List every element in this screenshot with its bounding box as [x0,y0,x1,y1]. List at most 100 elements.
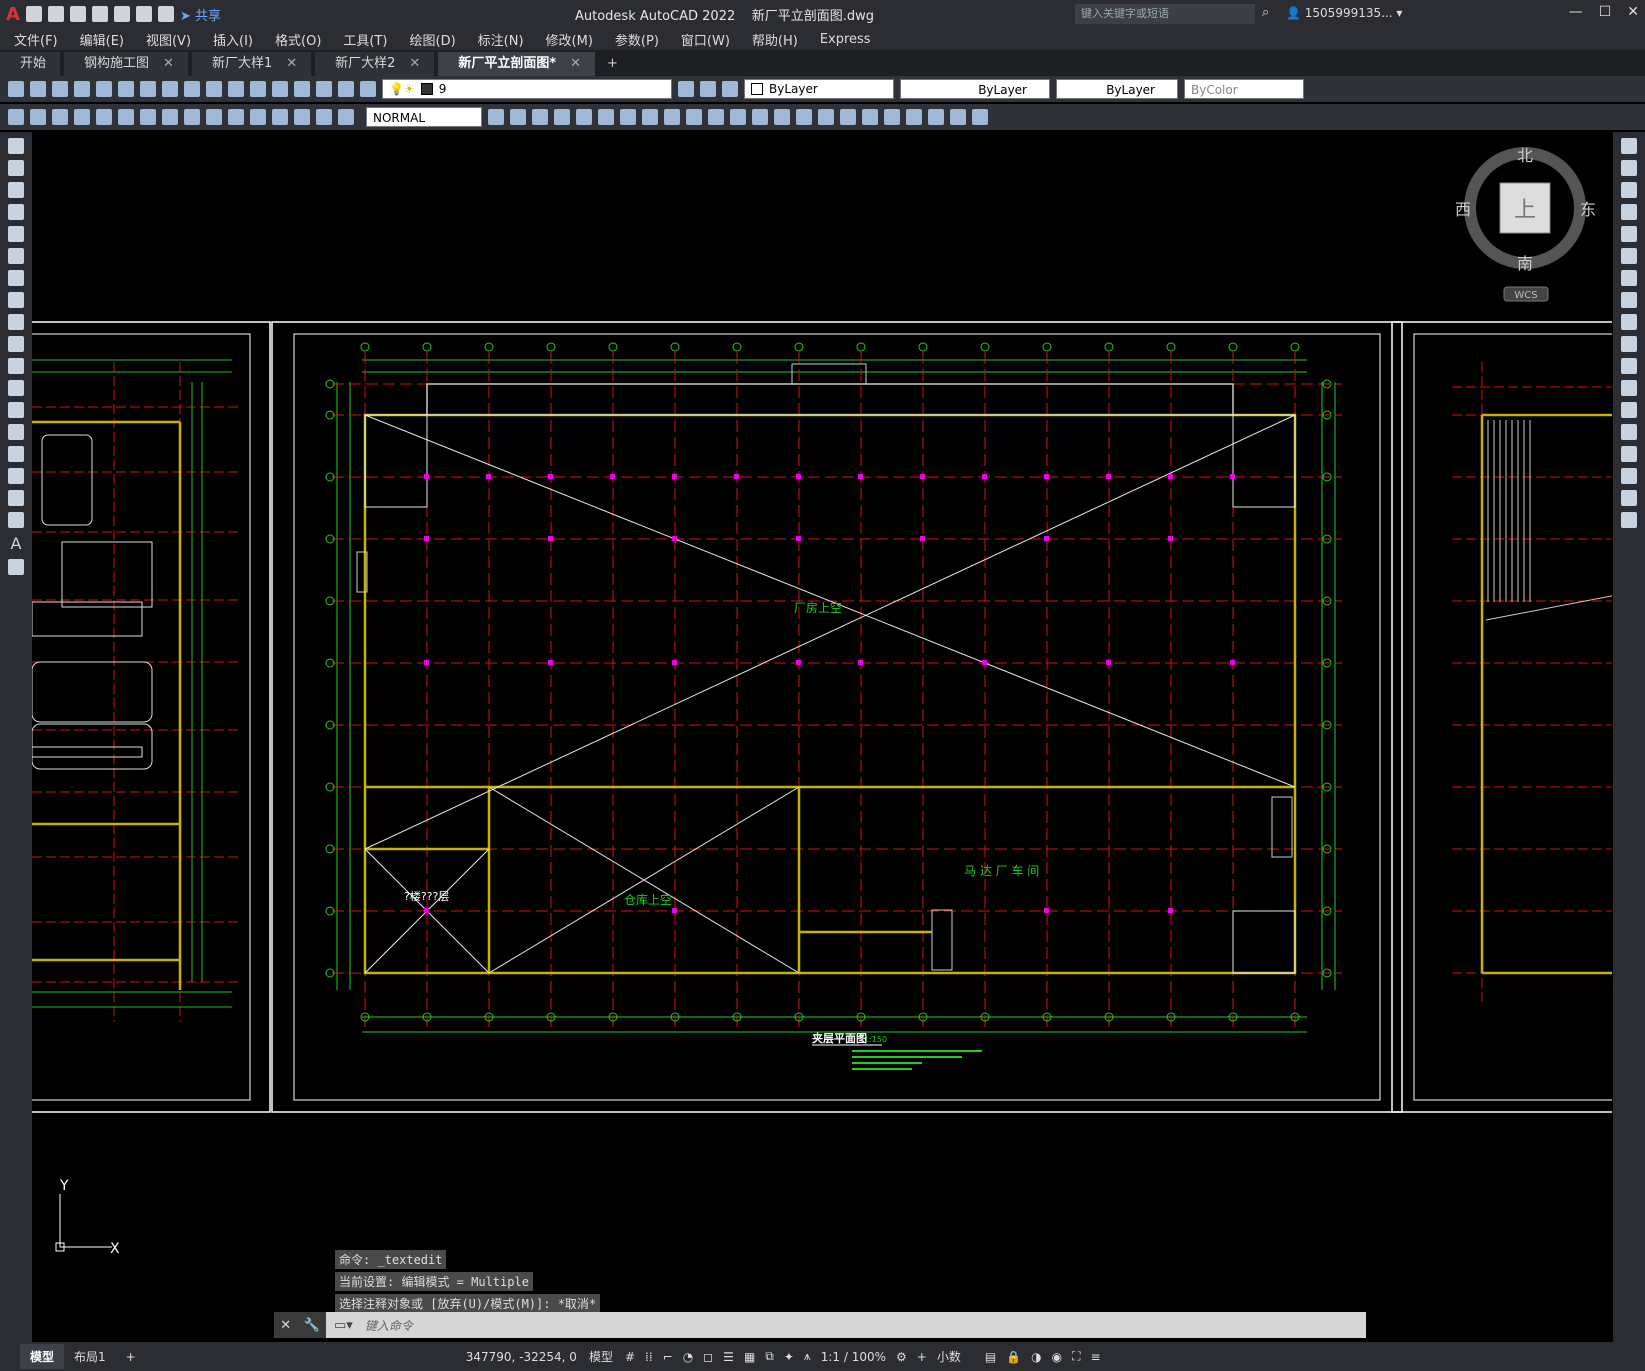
viewcube-north[interactable]: 北 [1517,146,1533,165]
menu-help[interactable]: 帮助(H) [752,30,798,49]
tab-layout1[interactable]: 布局1 [64,1344,116,1369]
rotate-icon[interactable] [1621,270,1637,286]
search-icon[interactable]: ⌕ [1262,5,1269,20]
move-icon[interactable] [620,109,636,125]
tab-start[interactable]: 开始 [0,52,61,76]
quick-properties-icon[interactable]: ▤ [985,1350,996,1364]
drawing-canvas[interactable]: 厂房上空 仓库上空 马 达 厂 车 间 ?楼???层 夹层平面图 1:150 Y… [32,132,1612,1342]
extend-icon[interactable] [1621,358,1637,374]
tolerance-icon[interactable] [250,109,266,125]
break-icon[interactable] [1621,402,1637,418]
menu-parametric[interactable]: 参数(P) [615,30,659,49]
polygon-icon[interactable] [8,204,24,220]
block-create-icon[interactable] [884,109,900,125]
undo-icon[interactable] [206,81,222,97]
ortho-icon[interactable]: ⌐ [663,1350,673,1364]
rectangle-icon[interactable] [8,226,24,242]
help-icon[interactable] [338,81,354,97]
menu-view[interactable]: 视图(V) [146,30,191,49]
add-selected-icon[interactable] [8,559,24,575]
arc-length-icon[interactable] [52,109,68,125]
chamfer-icon[interactable] [796,109,812,125]
menu-dimension[interactable]: 标注(N) [478,30,524,49]
explode-icon[interactable] [1621,512,1637,528]
point-icon[interactable] [8,424,24,440]
close-button[interactable]: ✕ [1627,4,1639,20]
workspace-gear-icon[interactable]: ⚙ [896,1350,907,1364]
join-icon[interactable] [774,109,790,125]
copy-icon[interactable] [140,81,156,97]
save-as-icon[interactable] [91,6,108,22]
annotation-monitor-icon[interactable]: + [917,1350,927,1364]
diameter-dim-icon[interactable] [140,109,156,125]
construction-line-icon[interactable] [8,160,24,176]
grid-icon[interactable]: # [625,1350,635,1364]
customize-wrench-icon[interactable]: 🔧 [304,1318,320,1333]
linetype-select[interactable]: ByLayer [900,79,1050,99]
inspect-icon[interactable] [294,109,310,125]
join-icon[interactable] [1621,424,1637,440]
jogged-dim-icon[interactable] [118,109,134,125]
spline-icon[interactable] [8,314,24,330]
customization-icon[interactable]: ≡ [1091,1350,1101,1364]
polyline-icon[interactable] [8,182,24,198]
scale-icon[interactable] [1621,292,1637,308]
close-icon[interactable]: ✕ [163,52,174,76]
menu-modify[interactable]: 修改(M) [546,30,593,49]
paste-icon[interactable] [162,81,178,97]
clean-screen-icon[interactable]: ⛶ [1072,1349,1080,1364]
command-prompt-icon[interactable]: ▭▾ [334,1318,353,1333]
add-layout-button[interactable]: + [116,1346,146,1368]
menu-format[interactable]: 格式(O) [275,30,321,49]
trim-icon[interactable] [1621,336,1637,352]
cut-icon[interactable] [118,81,134,97]
chamfer-icon[interactable] [1621,446,1637,462]
break-icon[interactable] [752,109,768,125]
autocad-logo-icon[interactable]: A [6,4,20,25]
open-file-icon[interactable] [47,6,64,22]
undo-icon[interactable] [135,6,152,22]
save-icon[interactable] [69,6,86,22]
wcs-menu[interactable]: WCS [1514,290,1537,301]
annotation-visibility-icon[interactable]: ✦ [784,1350,794,1364]
close-icon[interactable]: ✕ [280,1318,291,1333]
copy-icon[interactable] [1621,160,1637,176]
offset-icon[interactable] [1621,204,1637,220]
clip-icon[interactable] [972,109,988,125]
units-select[interactable]: 小数 [937,1348,961,1365]
snap-icon[interactable]: ⁞⁞ [645,1350,653,1364]
viewcube-top[interactable]: 上 [1514,198,1536,223]
erase-icon[interactable] [510,109,526,125]
dimstyle-select[interactable]: NORMAL [366,107,482,127]
menu-file[interactable]: 文件(F) [14,30,58,49]
dim-text-edit-icon[interactable] [338,109,354,125]
hardware-acceleration-icon[interactable]: ◉ [1052,1350,1062,1364]
lineweight-select[interactable]: ByLayer [1056,79,1178,99]
share-button[interactable]: ➤ 共享 [180,5,221,24]
viewcube-south[interactable]: 南 [1517,254,1533,273]
autoscale-icon[interactable]: ⩚ [804,1349,811,1364]
save-icon[interactable] [52,81,68,97]
menu-edit[interactable]: 编辑(E) [80,30,124,49]
hatch-icon[interactable] [8,446,24,462]
multiline-text-icon[interactable]: A [0,534,32,553]
line-icon[interactable] [8,138,24,154]
lock-ui-icon[interactable]: 🔒 [1006,1350,1021,1364]
stretch-icon[interactable] [686,109,702,125]
polar-icon[interactable]: ◔ [683,1350,693,1364]
minimize-button[interactable]: — [1569,4,1583,20]
ellipse-arc-icon[interactable] [8,358,24,374]
maximize-button[interactable]: ☐ [1599,4,1612,20]
continue-dim-icon[interactable] [228,109,244,125]
move-icon[interactable] [1621,248,1637,264]
close-icon[interactable]: ✕ [286,52,297,76]
selection-cycling-icon[interactable]: ⧉ [765,1349,774,1364]
layer-select[interactable]: 💡 ☀ 9 [382,79,672,99]
open-icon[interactable] [30,81,46,97]
block-insert-icon[interactable] [862,109,878,125]
redo-icon[interactable] [228,81,244,97]
search-input[interactable]: 键入关键字或短语 [1075,4,1255,24]
ellipse-icon[interactable] [8,336,24,352]
blend-curves-icon[interactable] [1621,490,1637,506]
preview-icon[interactable] [96,81,112,97]
